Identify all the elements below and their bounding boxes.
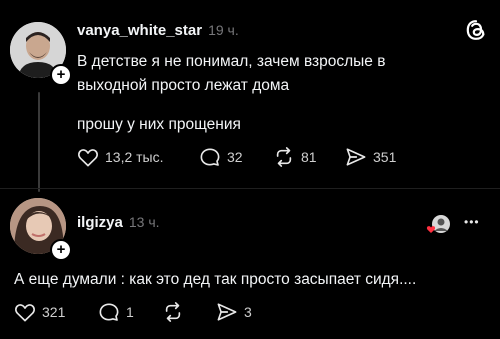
repost-icon <box>165 302 181 322</box>
author-liked-badge <box>426 214 452 236</box>
threads-logo-icon[interactable] <box>464 18 488 42</box>
like-button[interactable]: 321 <box>14 302 65 322</box>
comment-button[interactable]: 1 <box>98 302 134 322</box>
comment-icon <box>99 303 119 321</box>
comment-icon <box>200 148 220 166</box>
repost-button[interactable] <box>162 302 184 322</box>
more-options-icon[interactable]: ••• <box>464 215 480 229</box>
like-button[interactable]: 13,2 тыс. <box>77 147 164 167</box>
reply-time: 13 ч. <box>128 214 160 230</box>
like-count: 13,2 тыс. <box>105 149 164 165</box>
comment-count: 32 <box>227 149 243 165</box>
heart-icon <box>78 149 98 167</box>
heart-icon <box>426 226 436 233</box>
comment-count: 1 <box>126 304 134 320</box>
post-username[interactable]: vanya_white_star <box>77 22 202 39</box>
comment-button[interactable]: 32 <box>199 147 243 167</box>
like-count: 321 <box>42 304 66 320</box>
send-icon <box>217 303 237 321</box>
repost-count: 81 <box>301 149 317 165</box>
reply-text: А еще думали : как это дед так просто за… <box>14 271 417 288</box>
share-button[interactable]: 351 <box>345 147 396 167</box>
repost-button[interactable]: 81 <box>273 147 317 167</box>
post-text-line: прошу у них прощения <box>77 116 241 133</box>
post-header: vanya_white_star 19 ч. <box>77 22 239 39</box>
post-text-line: В детстве я не понимал, зачем взрослые в <box>77 53 386 70</box>
share-count: 351 <box>373 149 397 165</box>
post-actions: 13,2 тыс. 32 81 351 <box>77 147 497 169</box>
heart-icon <box>15 304 35 322</box>
post-text-line: выходной просто лежат дома <box>77 77 290 94</box>
follow-plus-icon[interactable]: + <box>50 64 72 86</box>
share-count: 3 <box>244 304 252 320</box>
thread-line <box>38 92 40 192</box>
reply-username[interactable]: ilgizya <box>77 214 123 231</box>
share-button[interactable]: 3 <box>216 302 252 322</box>
divider <box>0 188 500 189</box>
reply-actions: 321 1 3 <box>14 302 434 324</box>
post-time: 19 ч. <box>208 22 239 38</box>
reply-header: ilgizya 13 ч. <box>77 214 160 231</box>
send-icon <box>346 148 366 166</box>
repost-icon <box>276 147 292 167</box>
post-text: В детстве я не понимал, зачем взрослые в… <box>77 50 477 98</box>
follow-plus-icon[interactable]: + <box>50 239 72 261</box>
